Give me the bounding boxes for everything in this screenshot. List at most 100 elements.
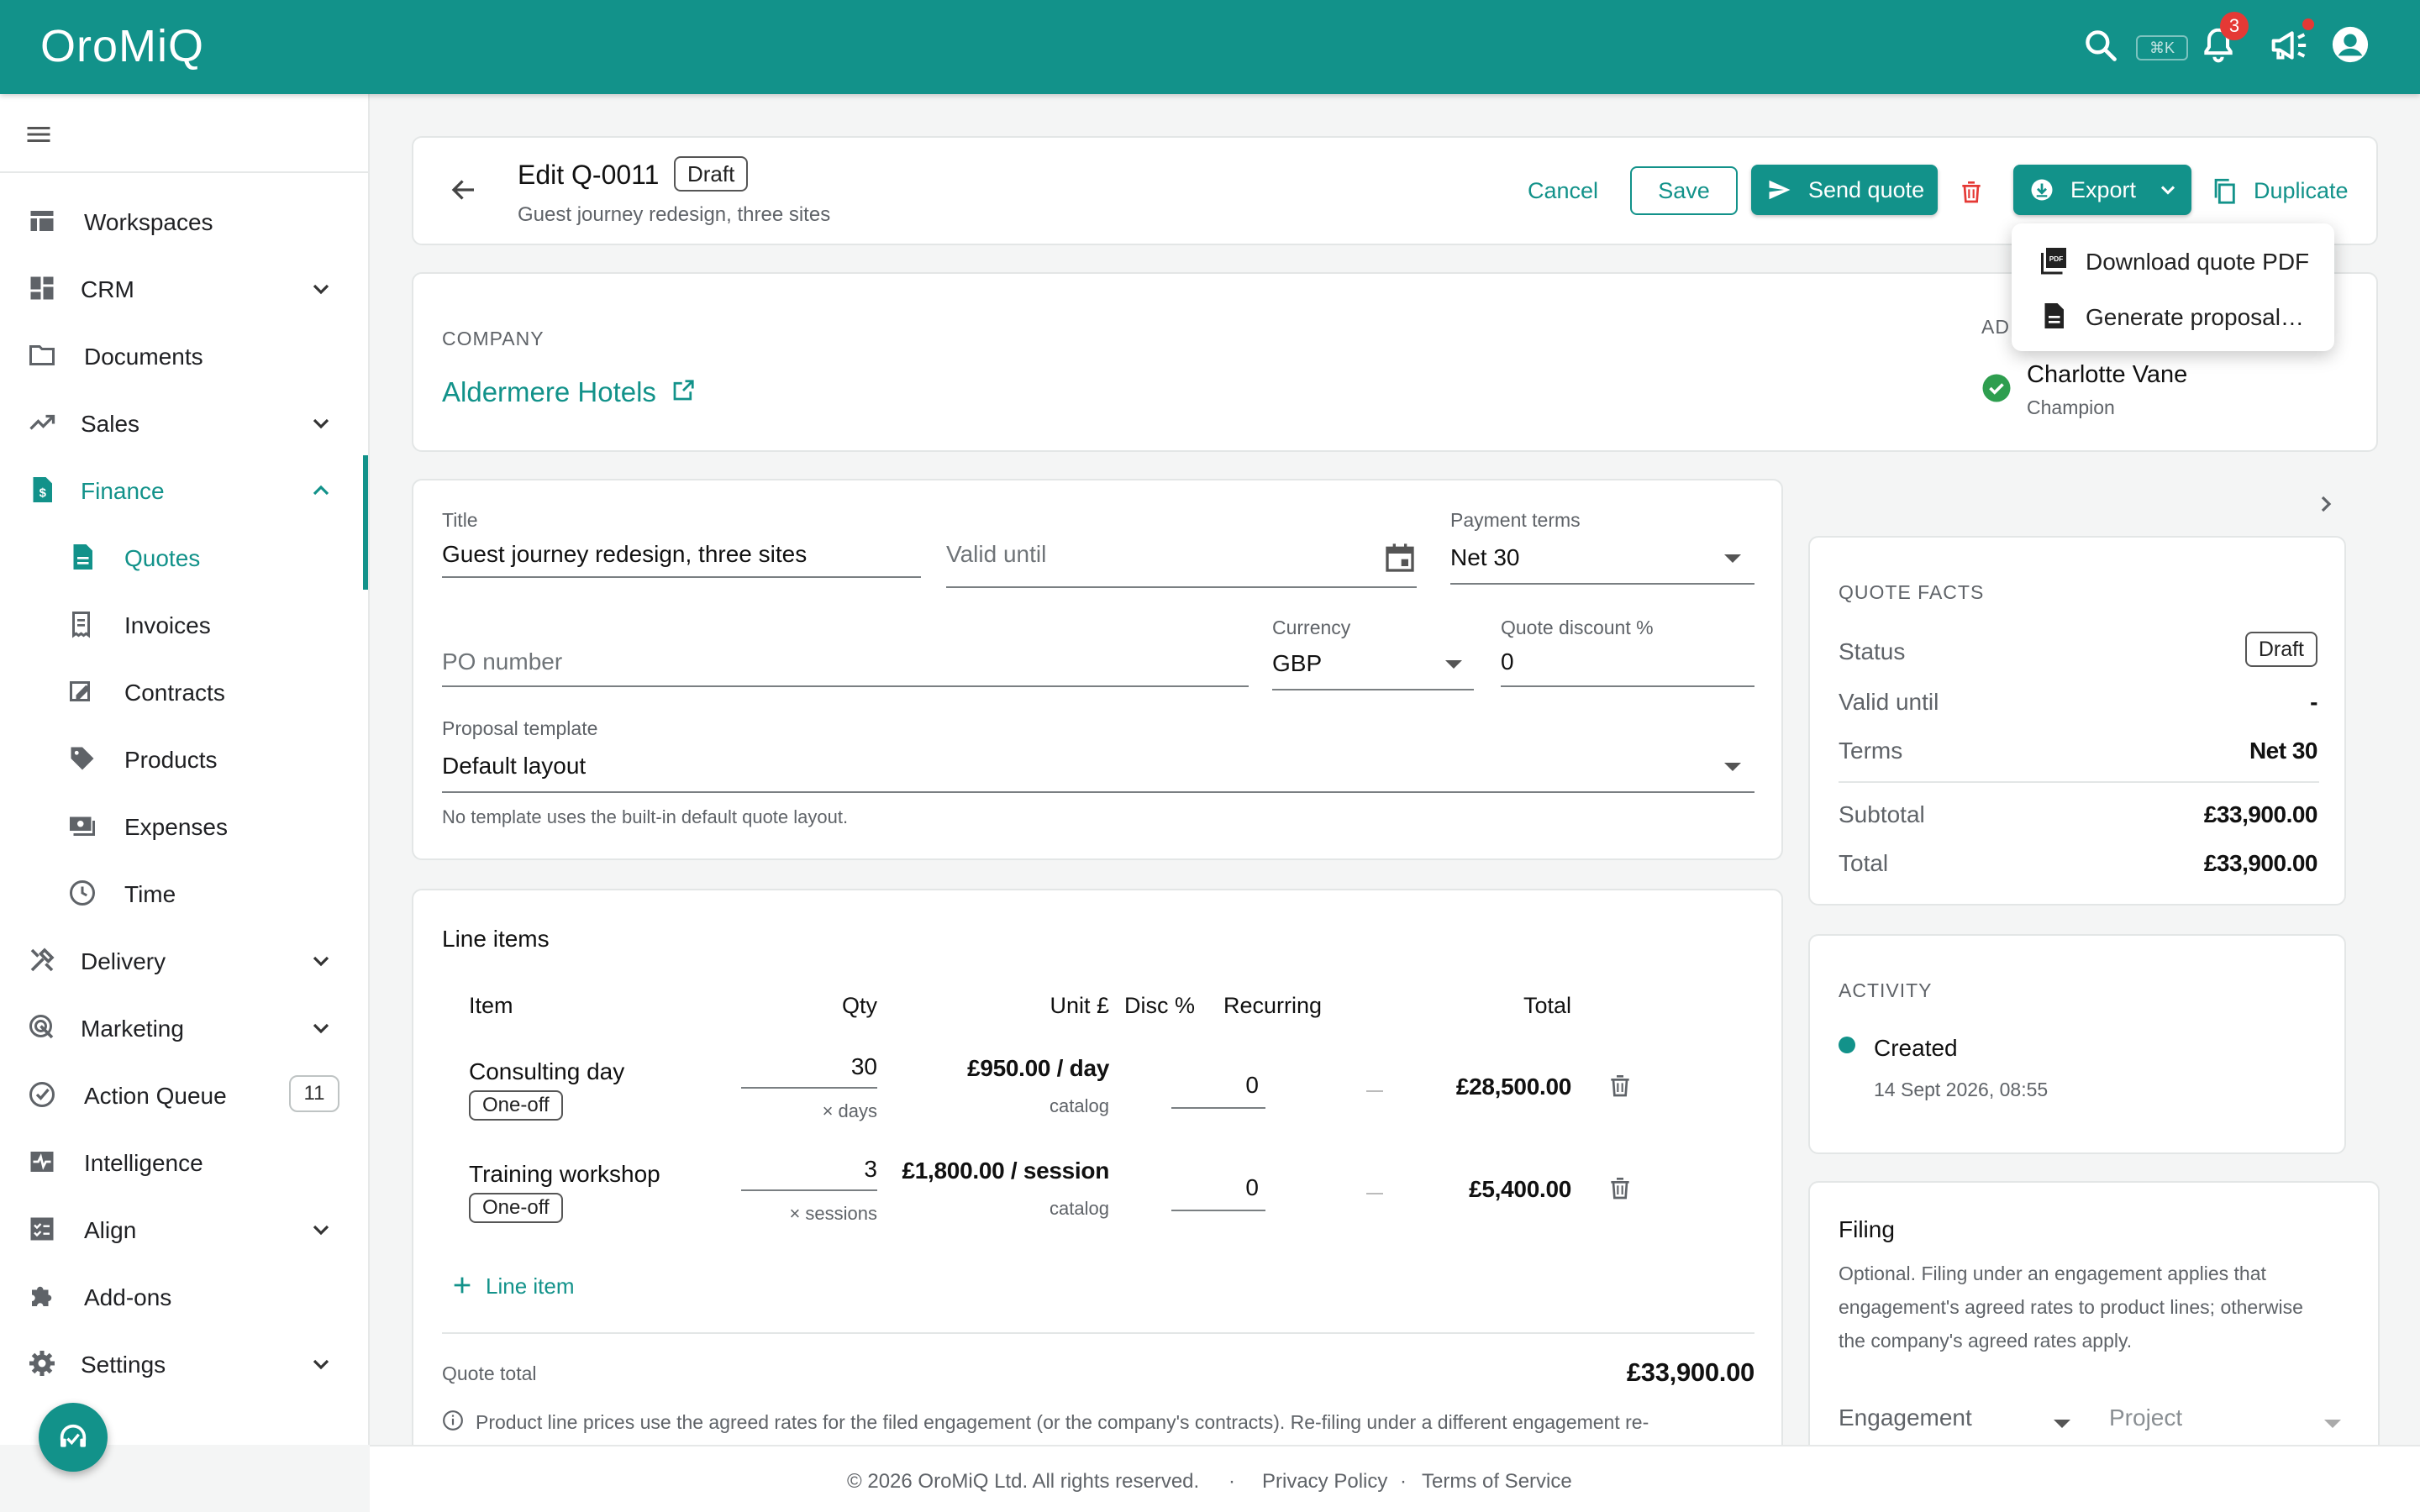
divider (442, 1332, 1754, 1334)
announcements-icon[interactable] (2269, 27, 2309, 64)
app-logo[interactable]: OroMiQ (40, 20, 204, 72)
engagement-select[interactable]: Engagement (1839, 1404, 1972, 1431)
currency-select[interactable]: GBP (1272, 650, 1322, 677)
sidebar-item-documents[interactable]: Documents (0, 326, 368, 385)
download-pdf-menu-item[interactable]: PDF Download quote PDF (2012, 232, 2334, 287)
billing-type-chip[interactable]: One-off (469, 1090, 563, 1121)
chevron-down-icon (308, 1351, 334, 1382)
sidebar-item-crm[interactable]: CRM (0, 259, 368, 318)
project-select[interactable]: Project (2109, 1404, 2182, 1431)
gear-icon (27, 1348, 57, 1378)
sidebar-item-label: Action Queue (84, 1083, 227, 1109)
svg-text:$: $ (39, 486, 47, 500)
currency-underline (1272, 689, 1474, 690)
qty-unit: × days (822, 1100, 877, 1121)
recurring-empty (1366, 1090, 1383, 1092)
discount-input[interactable]: 0 (1501, 648, 1514, 675)
sidebar-item-expenses[interactable]: Expenses (0, 796, 368, 855)
sidebar-item-workspaces[interactable]: Workspaces (0, 192, 368, 250)
title-input[interactable]: Guest journey redesign, three sites (442, 541, 807, 568)
status-badge: Draft (674, 156, 749, 192)
sidebar-item-finance[interactable]: $ Finance (0, 460, 368, 519)
discount-underline (1171, 1107, 1265, 1109)
activity-card: ACTIVITY Created 14 Sept 2026, 08:55 (1808, 934, 2346, 1154)
sidebar-item-label: Documents (84, 344, 203, 370)
contact-name[interactable]: Charlotte Vane (2027, 361, 2187, 389)
page-title: Edit Q-0011 (518, 160, 660, 190)
sidebar-item-invoices[interactable]: Invoices (0, 595, 368, 654)
generate-proposal-menu-item[interactable]: Generate proposal… (2012, 287, 2334, 343)
discount-input[interactable]: 0 (1171, 1174, 1259, 1201)
activity-event: Created (1874, 1035, 1958, 1061)
sidebar-item-sales[interactable]: Sales (0, 393, 368, 452)
cancel-button[interactable]: Cancel (1528, 178, 1598, 204)
terms-value: Net 30 (2249, 738, 2318, 764)
activity-title: ACTIVITY (1839, 979, 1933, 1001)
payment-terms-select[interactable]: Net 30 (1450, 544, 1520, 571)
receipt-icon (67, 609, 97, 639)
sidebar-item-label: Time (124, 881, 176, 907)
quote-total-value: £33,900.00 (1626, 1357, 1754, 1387)
qty-unit: × sessions (789, 1203, 877, 1224)
add-line-item-button[interactable]: Line item (450, 1273, 575, 1299)
sidebar-item-label: Expenses (124, 814, 228, 840)
chevron-up-icon (308, 477, 334, 508)
dropdown-caret-icon (1724, 763, 1741, 771)
sidebar-item-marketing[interactable]: Marketing (0, 998, 368, 1057)
sidebar-item-contracts[interactable]: Contracts (0, 662, 368, 721)
trending-up-icon (27, 407, 57, 438)
currency-label: Currency (1272, 617, 1351, 638)
action-queue-count-badge: 11 (289, 1075, 339, 1112)
sidebar-item-delivery[interactable]: Delivery (0, 931, 368, 990)
save-button[interactable]: Save (1630, 166, 1738, 215)
activity-time: 14 Sept 2026, 08:55 (1874, 1079, 2049, 1100)
po-number-input[interactable]: PO number (442, 648, 562, 675)
delete-icon[interactable] (1958, 176, 1985, 207)
delete-line-icon[interactable] (1607, 1173, 1634, 1203)
discount-input[interactable]: 0 (1171, 1072, 1259, 1099)
recurring-empty (1366, 1193, 1383, 1194)
sidebar-item-label: Contracts (124, 680, 225, 706)
sidebar-item-time[interactable]: Time (0, 864, 368, 922)
chevron-down-icon (308, 1015, 334, 1046)
support-button[interactable] (39, 1403, 108, 1472)
qty-input[interactable]: 3 (741, 1156, 877, 1183)
copyright: © 2026 OroMiQ Ltd. All rights reserved. (847, 1470, 1200, 1493)
billing-type-chip[interactable]: One-off (469, 1193, 563, 1223)
delete-line-icon[interactable] (1607, 1070, 1634, 1100)
sidebar-item-align[interactable]: Align (0, 1200, 368, 1258)
account-icon[interactable] (2331, 25, 2370, 64)
item-name: Training workshop (469, 1161, 660, 1187)
company-link[interactable]: Aldermere Hotels (442, 376, 696, 408)
sidebar-item-intelligence[interactable]: Intelligence (0, 1132, 368, 1191)
sidebar-item-quotes[interactable]: Quotes (0, 528, 368, 586)
template-select[interactable]: Default layout (442, 753, 586, 780)
qty-underline (741, 1189, 877, 1191)
menu-item-label: Download quote PDF (2086, 249, 2310, 275)
chevron-down-icon (308, 276, 334, 307)
back-arrow-icon[interactable] (449, 175, 479, 205)
status-badge: Draft (2244, 632, 2317, 667)
search-icon[interactable] (2082, 27, 2119, 64)
sidebar-item-action-queue[interactable]: Action Queue 11 (0, 1065, 368, 1124)
chevron-down-icon (308, 948, 334, 979)
export-button[interactable]: Export (2013, 165, 2191, 215)
valid-until-input[interactable]: Valid until (946, 541, 1046, 568)
chevron-right-icon[interactable] (2312, 491, 2339, 517)
line-items-card: Line items Item Qty Unit £ Disc % Recurr… (412, 889, 1783, 1477)
checklist-icon (27, 1214, 57, 1244)
puzzle-icon (27, 1281, 57, 1311)
sidebar-item-add-ons[interactable]: Add-ons (0, 1267, 368, 1326)
sidebar-item-settings[interactable]: Settings (0, 1334, 368, 1393)
qty-input[interactable]: 30 (741, 1053, 877, 1080)
copy-icon[interactable] (2210, 175, 2238, 207)
terms-link[interactable]: Terms of Service (1422, 1470, 1572, 1494)
menu-toggle-icon[interactable] (24, 119, 54, 150)
sidebar-item-products[interactable]: Products (0, 729, 368, 788)
shortcut-hint[interactable]: ⌘K (2136, 35, 2188, 60)
discount-underline (1501, 685, 1754, 687)
calendar-icon[interactable] (1383, 541, 1417, 575)
privacy-link[interactable]: Privacy Policy (1262, 1470, 1387, 1494)
send-quote-button[interactable]: Send quote (1751, 165, 1938, 215)
duplicate-button[interactable]: Duplicate (2254, 178, 2349, 204)
